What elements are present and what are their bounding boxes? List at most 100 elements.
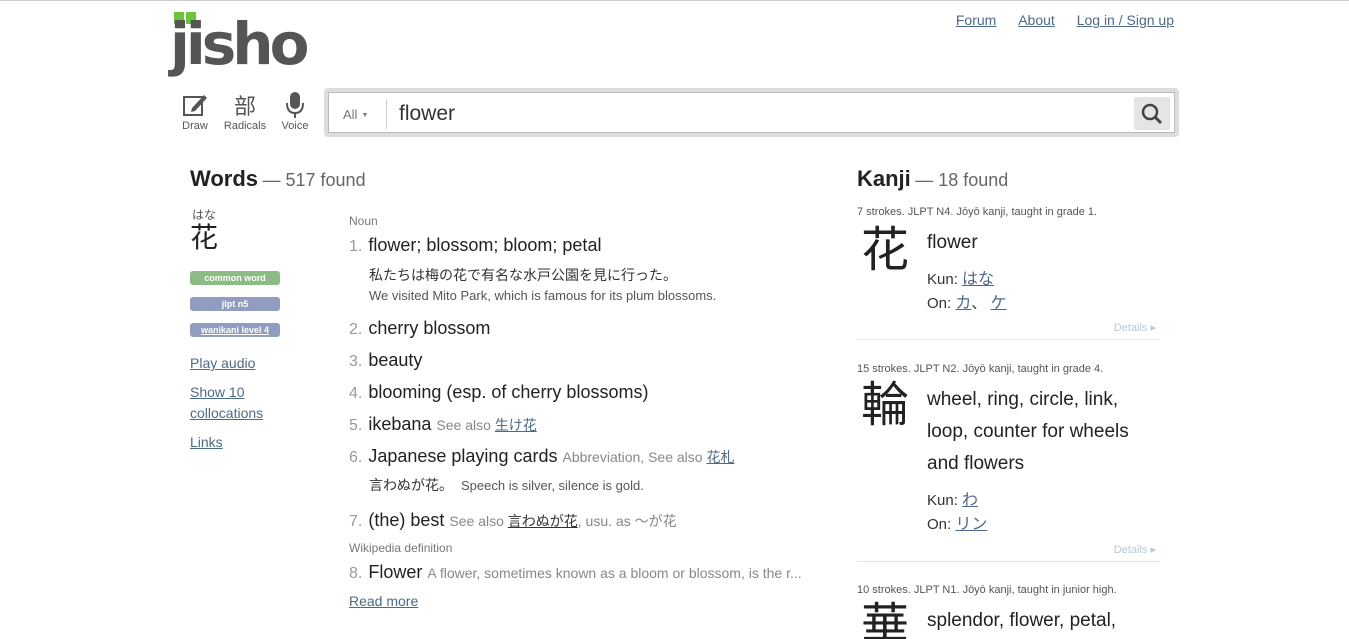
on-reading-link[interactable]: カ [955, 295, 971, 312]
kanji-info: 15 strokes. JLPT N2. Jōyō kanji, taught … [857, 363, 1104, 375]
usage-note: , usu. as ～が花 [577, 513, 677, 529]
see-also-text: Abbreviation, See also [562, 449, 707, 465]
details-link[interactable]: Details ▸ [1114, 543, 1156, 556]
meaning-item: 6. Japanese playing cards Abbreviation, S… [349, 445, 819, 469]
kanji-on-reading: On: カ、 ケ [927, 295, 1007, 312]
meaning-note: Abbreviation, See also 花札 [562, 449, 734, 465]
kun-reading-link[interactable]: わ [962, 492, 978, 509]
wanikani-tag[interactable]: wanikani level 4 [190, 323, 280, 337]
meaning-text: beauty [368, 350, 423, 370]
see-also-link[interactable]: 生け花 [495, 417, 537, 433]
example-sentence: 言わぬが花。 Speech is silver, silence is gold. [369, 475, 819, 495]
login-link[interactable]: Log in / Sign up [1077, 12, 1174, 28]
radicals-label: Radicals [223, 120, 267, 132]
meaning-number: 8. [349, 565, 363, 582]
meaning-item: 8. Flower A flower, sometimes known as a … [349, 561, 819, 585]
links-link[interactable]: Links [190, 432, 300, 453]
example-sentence-en: We visited Mito Park, which is famous fo… [369, 288, 717, 303]
meaning-number: 7. [349, 513, 363, 530]
word-meanings: Noun 1. flower; blossom; bloom; petal 私たち… [349, 214, 819, 611]
meaning-note: See also 言わぬが花, usu. as ～が花 [449, 513, 676, 529]
wikipedia-label: Wikipedia definition [349, 541, 453, 555]
radicals-icon: 部 [233, 94, 256, 119]
meaning-text: flower; blossom; bloom; petal [368, 235, 602, 255]
on-label: On: [927, 295, 952, 312]
radicals-button[interactable]: 部 Radicals [220, 90, 270, 132]
search-box: All ▼ [324, 88, 1179, 137]
kanji-meaning: flower [927, 232, 978, 253]
part-of-speech: Noun [349, 214, 378, 228]
see-also-link[interactable]: 花札 [706, 449, 734, 465]
word-kanji: 花 [190, 221, 219, 254]
kanji-character[interactable]: 輪 [861, 377, 909, 433]
kanji-entry: 15 strokes. JLPT N2. Jōyō kanji, taught … [857, 363, 1160, 563]
kanji-meaning: wheel, ring, circle, link, loop, counter… [927, 389, 1129, 474]
kun-reading-link[interactable]: はな [962, 271, 994, 288]
common-word-tag: common word [190, 271, 280, 285]
voice-button[interactable]: Voice [270, 90, 320, 132]
input-methods: Draw 部 Radicals Voice [170, 90, 320, 132]
draw-label: Draw [182, 120, 208, 132]
word-representation: はな 花 common word jlpt n5 wanikani level … [190, 206, 300, 461]
kanji-info: 7 strokes. JLPT N4. Jōyō kanji, taught i… [857, 206, 1098, 218]
example-sentence-ja: 私たちは梅の花で有名な水戸公園を見に行った。 [369, 266, 819, 284]
play-audio-link[interactable]: Play audio [190, 353, 300, 374]
search-scope-select[interactable]: All ▼ [343, 107, 368, 122]
search-button[interactable] [1134, 97, 1170, 130]
kanji-info: 10 strokes. JLPT N1. Jōyō kanji, taught … [857, 584, 1117, 596]
search-input[interactable] [397, 97, 1121, 131]
see-also-link[interactable]: 言わぬが花 [508, 513, 578, 529]
meaning-number: 5. [349, 417, 363, 434]
kanji-entry: 7 strokes. JLPT N4. Jōyō kanji, taught i… [857, 206, 1160, 341]
kanji-on-reading: On: リン [927, 513, 987, 537]
read-more-link[interactable]: Read more [349, 593, 418, 609]
search-icon [1141, 103, 1163, 124]
on-reading-link[interactable]: ケ [991, 295, 1007, 312]
see-also-text: See also [449, 513, 508, 529]
meaning-number: 1. [349, 238, 363, 255]
jlpt-tag: jlpt n5 [190, 297, 280, 311]
scope-label: All [343, 107, 358, 122]
meaning-number: 3. [349, 353, 363, 370]
meaning-number: 2. [349, 321, 363, 338]
words-heading: Words — 517 found [190, 166, 366, 192]
chevron-down-icon: ▼ [361, 112, 369, 119]
draw-button[interactable]: Draw [170, 90, 220, 132]
kanji-kun-reading: Kun: わ [927, 489, 978, 513]
details-link[interactable]: Details ▸ [1114, 321, 1156, 334]
microphone-icon [270, 90, 320, 120]
top-border [0, 0, 1349, 1]
search-inner: All ▼ [328, 92, 1175, 133]
words-count: — 517 found [262, 170, 366, 190]
kanji-character[interactable]: 花 [861, 222, 909, 278]
wiki-abstract: A flower, sometimes known as a bloom or … [427, 565, 802, 581]
words-title: Words [190, 166, 259, 191]
meaning-item: 3. beauty [349, 349, 819, 373]
collocations-link[interactable]: Show 10 collocations [190, 382, 300, 424]
kun-label: Kun: [927, 492, 958, 509]
forum-link[interactable]: Forum [956, 12, 996, 28]
meaning-text: Japanese playing cards [368, 446, 558, 466]
kanji-title: Kanji [857, 166, 911, 191]
meaning-item: 7. (the) best See also 言わぬが花, usu. as ～が花 [349, 509, 819, 533]
kanji-meaning: splendor, flower, petal, [927, 610, 1117, 631]
meaning-text: blooming (esp. of cherry blossoms) [368, 382, 649, 402]
scope-divider [386, 99, 387, 129]
meaning-number: 4. [349, 385, 363, 402]
meaning-text: ikebana [368, 414, 432, 434]
meaning-text: Flower [368, 562, 423, 582]
jisho-logo[interactable]: jisho [170, 10, 309, 80]
kanji-kun-reading: Kun: はな [927, 268, 994, 292]
on-reading-link[interactable]: リン [955, 516, 987, 533]
kanji-separator [857, 339, 1160, 340]
see-also-text: See also [436, 417, 495, 433]
top-nav: Forum About Log in / Sign up [938, 12, 1174, 28]
meaning-note: See also 生け花 [436, 417, 536, 433]
kanji-character[interactable]: 華 [861, 598, 909, 639]
meaning-item: 5. ikebana See also 生け花 [349, 413, 819, 437]
kanji-heading: Kanji — 18 found [857, 166, 1008, 192]
on-label: On: [927, 516, 952, 533]
about-link[interactable]: About [1018, 12, 1055, 28]
logo-text: jisho [170, 10, 309, 78]
sentence-ja-text: 私たちは梅の花で有名な水戸公園を見に行った。 [369, 267, 677, 283]
